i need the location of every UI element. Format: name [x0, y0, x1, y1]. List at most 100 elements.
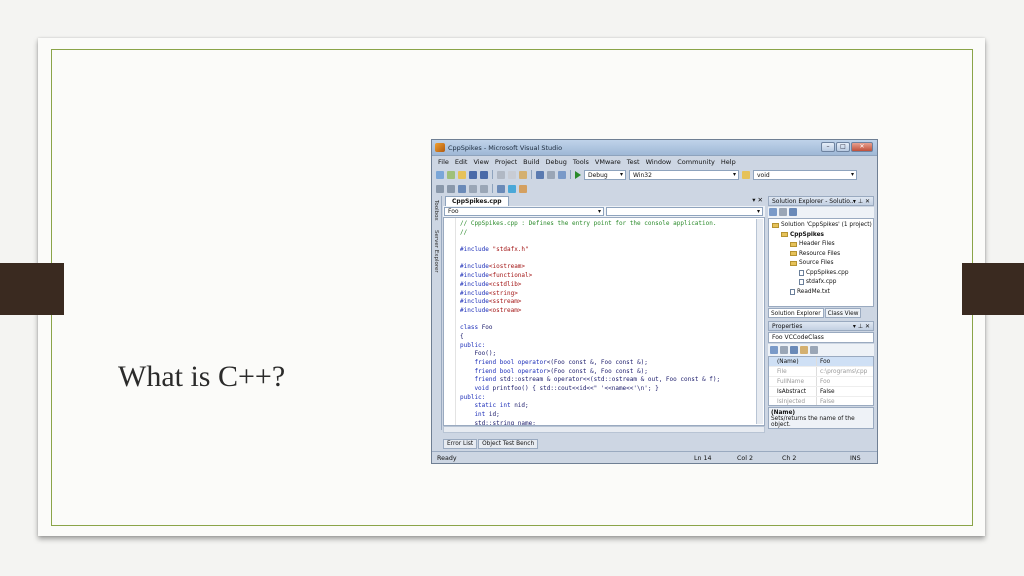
copy-icon[interactable] — [508, 170, 516, 179]
toolbox-icon[interactable] — [519, 184, 527, 193]
start-debugging-icon[interactable] — [575, 170, 581, 179]
tree-item[interactable]: Resource Files — [790, 251, 840, 257]
stop-icon[interactable] — [469, 184, 477, 193]
properties-icon[interactable] — [789, 208, 797, 216]
menu-view[interactable]: View — [473, 158, 488, 166]
save-all-icon[interactable] — [480, 170, 488, 179]
code-token: Foo(); — [460, 350, 497, 358]
code-editor[interactable]: // CppSpikes.cpp : Defines the entry poi… — [443, 217, 765, 426]
save-icon[interactable] — [469, 170, 477, 179]
property-row[interactable]: IsInjected False — [769, 397, 873, 405]
menu-community[interactable]: Community — [677, 158, 715, 166]
tree-item[interactable]: Source Files — [790, 260, 833, 266]
property-value[interactable]: False — [816, 397, 873, 405]
menu-file[interactable]: File — [438, 158, 449, 166]
menu-help[interactable]: Help — [721, 158, 736, 166]
properties-icon[interactable] — [790, 346, 798, 354]
property-row[interactable]: (Name) Foo — [769, 357, 873, 367]
property-value[interactable]: False — [816, 387, 873, 396]
bottom-tool-tabs: Error List Object Test Bench — [443, 439, 539, 449]
tree-item[interactable]: CppSpikes — [781, 232, 824, 238]
tree-item-label: stdafx.cpp — [806, 279, 837, 285]
editor-vertical-scrollbar[interactable] — [756, 219, 763, 424]
delete-icon[interactable] — [480, 184, 488, 193]
tab-solution-explorer[interactable]: Solution Explorer — [768, 308, 824, 318]
property-value[interactable]: Foo — [816, 357, 873, 366]
events-icon[interactable] — [800, 346, 808, 354]
show-all-files-icon[interactable] — [769, 208, 777, 216]
property-value[interactable]: c:\programs\cpp — [816, 367, 873, 376]
menu-build[interactable]: Build — [523, 158, 539, 166]
alphabetical-icon[interactable] — [780, 346, 788, 354]
cut-icon[interactable] — [497, 170, 505, 179]
object-browser-icon[interactable] — [508, 184, 516, 193]
step-over-icon[interactable] — [447, 184, 455, 193]
step-icon[interactable] — [436, 184, 444, 193]
tree-item[interactable]: Header Files — [790, 241, 835, 247]
members-combo[interactable] — [606, 207, 763, 216]
paste-icon[interactable] — [519, 170, 527, 179]
refresh-icon[interactable] — [779, 208, 787, 216]
code-line: #include<iostream> — [460, 263, 720, 272]
code-line: { — [460, 333, 720, 342]
code-token: id; — [488, 411, 500, 419]
text-editor-toolbar — [432, 182, 877, 195]
configuration-select[interactable]: Debug — [584, 169, 626, 180]
tab-class-view[interactable]: Class View — [824, 308, 862, 318]
menu-window[interactable]: Window — [646, 158, 672, 166]
find-combo[interactable]: void — [753, 169, 857, 180]
editor-tab-controls[interactable]: ▾ ✕ — [752, 196, 763, 204]
new-project-icon[interactable] — [436, 170, 444, 179]
redo-icon[interactable] — [547, 170, 555, 179]
property-row[interactable]: FullName Foo — [769, 377, 873, 387]
code-line: // — [460, 229, 720, 238]
tab-object-test-bench[interactable]: Object Test Bench — [478, 439, 539, 449]
code-token: <string> — [488, 289, 518, 297]
property-name: File — [777, 369, 787, 375]
tree-item[interactable]: ReadMe.txt — [790, 288, 830, 295]
code-token: friend bool operator — [460, 367, 547, 375]
toolbox-tab[interactable]: Toolbox — [433, 200, 439, 221]
menu-edit[interactable]: Edit — [455, 158, 468, 166]
close-button[interactable]: ✕ — [851, 142, 873, 152]
navigate-icon[interactable] — [558, 170, 566, 179]
find-in-files-icon[interactable] — [742, 170, 750, 179]
minimize-button[interactable]: – — [821, 142, 835, 152]
menu-tools[interactable]: Tools — [573, 158, 589, 166]
types-combo[interactable]: Foo — [444, 207, 604, 216]
menu-test[interactable]: Test — [627, 158, 640, 166]
code-token: <cstdlib> — [488, 280, 522, 288]
menu-debug[interactable]: Debug — [546, 158, 567, 166]
categorized-icon[interactable] — [770, 346, 778, 354]
solution-explorer-controls[interactable]: ▾ ⊥ ✕ — [853, 198, 870, 205]
maximize-button[interactable]: □ — [836, 142, 850, 152]
editor-horizontal-scrollbar[interactable] — [443, 426, 765, 433]
tree-item[interactable]: Solution 'CppSpikes' (1 project) — [772, 222, 872, 228]
property-row[interactable]: File c:\programs\cpp — [769, 367, 873, 377]
platform-select[interactable]: Win32 — [629, 169, 739, 180]
property-row[interactable]: IsAbstract False — [769, 387, 873, 397]
tree-item-label: CppSpikes.cpp — [806, 269, 849, 276]
add-item-icon[interactable] — [447, 170, 455, 179]
server-explorer-tab[interactable]: Server Explorer — [433, 230, 439, 273]
open-icon[interactable] — [458, 170, 466, 179]
tab-error-list[interactable]: Error List — [443, 439, 478, 449]
property-value[interactable]: Foo — [816, 377, 873, 386]
properties-icon[interactable] — [497, 184, 505, 193]
undo-icon[interactable] — [536, 170, 544, 179]
properties-controls[interactable]: ▾ ⊥ ✕ — [853, 323, 870, 330]
menu-project[interactable]: Project — [495, 158, 517, 166]
tree-item[interactable]: CppSpikes.cpp — [799, 269, 849, 276]
file-icon — [799, 279, 804, 285]
properties-object-select[interactable]: Foo VCCodeClass — [768, 332, 874, 343]
tree-item[interactable]: stdafx.cpp — [799, 279, 836, 285]
code-token: #include — [460, 263, 489, 271]
property-name: (Name) — [777, 359, 799, 365]
tab-cppspikes-cpp[interactable]: CppSpikes.cpp — [445, 196, 509, 206]
code-token: static int — [460, 402, 515, 410]
break-icon[interactable] — [458, 184, 466, 193]
property-pages-icon[interactable] — [810, 346, 818, 354]
tree-item-label: Resource Files — [799, 250, 841, 257]
menu-vmware[interactable]: VMware — [595, 158, 621, 166]
